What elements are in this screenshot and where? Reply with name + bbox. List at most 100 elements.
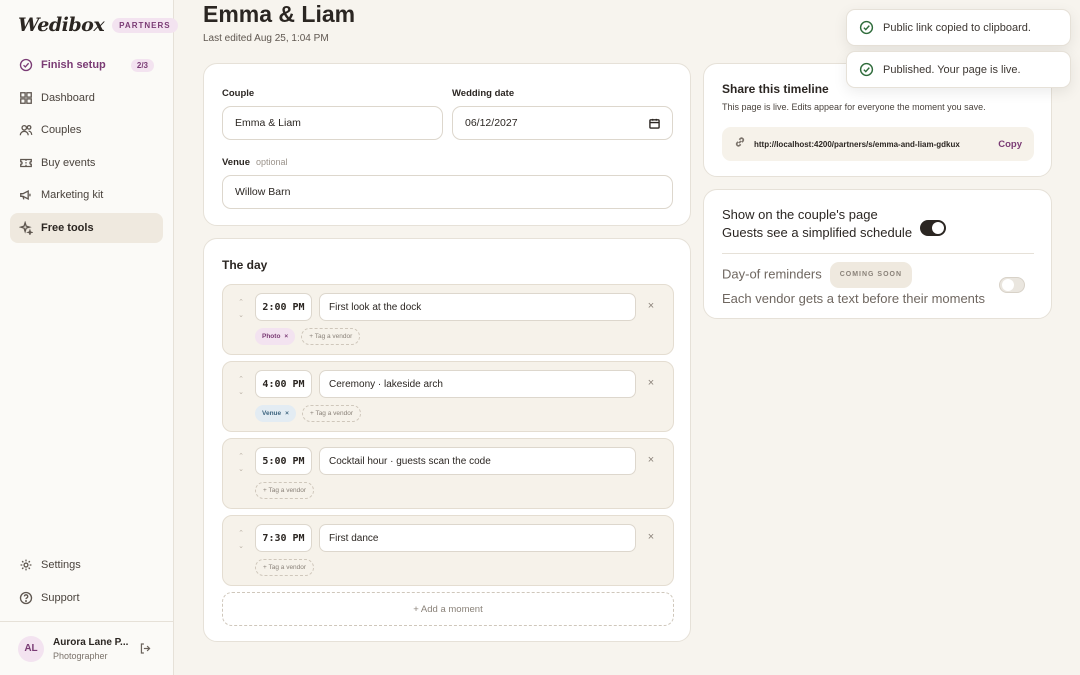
grid-icon bbox=[19, 91, 33, 105]
tag-vendor-button[interactable]: + Tag a vendor bbox=[301, 328, 361, 345]
tag-vendor-button[interactable]: + Tag a vendor bbox=[255, 482, 315, 499]
user-info: Aurora Lane P... Photographer bbox=[53, 637, 131, 661]
sidebar-item-buy-events[interactable]: Buy events bbox=[10, 148, 163, 178]
reminders-setting: Day-of reminders COMING SOON Each vendor … bbox=[722, 262, 985, 308]
vendor-tag-photo[interactable]: Photo × bbox=[255, 328, 296, 345]
chevron-down-icon[interactable]: ⌄ bbox=[238, 312, 244, 319]
remove-tag-icon[interactable]: × bbox=[285, 410, 289, 417]
sidebar-item-settings[interactable]: Settings bbox=[10, 550, 163, 580]
couple-value: Emma & Liam bbox=[235, 117, 301, 129]
remove-moment-icon[interactable]: × bbox=[645, 300, 657, 314]
tag-vendor-button[interactable]: + Tag a vendor bbox=[301, 405, 362, 422]
moment-row: ⌃ ⌄ 5:00 PM Cocktail hour · guests scan t… bbox=[222, 438, 674, 509]
user-name: Aurora Lane P... bbox=[53, 636, 129, 648]
vendor-tags: Venue × + Tag a vendor bbox=[255, 405, 362, 422]
visibility-settings-card: Show on the couple's page Guests see a s… bbox=[703, 189, 1052, 319]
check-circle-icon bbox=[859, 62, 874, 77]
sidebar-item-label: Finish setup bbox=[41, 59, 106, 71]
moment-time-input[interactable]: 2:00 PM bbox=[255, 293, 312, 321]
toast-message: Public link copied to clipboard. bbox=[883, 21, 1031, 34]
remove-moment-icon[interactable]: × bbox=[645, 377, 657, 391]
sidebar-item-finish-setup[interactable]: Finish setup 2/3 bbox=[10, 50, 163, 80]
logo: Wedibox bbox=[18, 14, 105, 36]
remove-tag-icon[interactable]: × bbox=[284, 333, 288, 340]
venue-input[interactable]: Willow Barn bbox=[222, 175, 673, 209]
reorder-handle[interactable]: ⌃ ⌄ bbox=[236, 299, 246, 319]
sidebar-item-label: Buy events bbox=[41, 156, 96, 169]
ticket-icon bbox=[19, 156, 33, 170]
brand[interactable]: Wedibox PARTNERS bbox=[18, 14, 178, 36]
avatar: AL bbox=[18, 635, 44, 662]
sparkle-icon bbox=[19, 220, 33, 235]
moment-time-input[interactable]: 4:00 PM bbox=[255, 370, 312, 398]
moment-row: ⌃ ⌄ 4:00 PM Ceremony · lakeside arch × Ve… bbox=[222, 361, 674, 432]
tag-vendor-button[interactable]: + Tag a vendor bbox=[255, 559, 315, 576]
divider bbox=[722, 253, 1034, 254]
check-circle-icon bbox=[859, 20, 874, 35]
sidebar: Wedibox PARTNERS Finish setup 2/3 Dashbo… bbox=[0, 0, 178, 675]
reminders-title-text: Day-of reminders bbox=[722, 266, 822, 282]
moment-title-input[interactable]: Cocktail hour · guests scan the code bbox=[319, 447, 636, 475]
vendor-tag-label: Photo bbox=[262, 333, 281, 340]
moment-title-input[interactable]: First dance bbox=[319, 524, 636, 552]
copy-link-button[interactable]: Copy bbox=[998, 139, 1022, 150]
show-on-page-setting: Show on the couple's page Guests see a s… bbox=[722, 206, 912, 242]
venue-label-text: Venue bbox=[222, 157, 250, 168]
megaphone-icon bbox=[19, 188, 33, 202]
sidebar-item-marketing-kit[interactable]: Marketing kit bbox=[10, 180, 163, 210]
reorder-handle[interactable]: ⌃ ⌄ bbox=[236, 453, 246, 473]
reorder-handle[interactable]: ⌃ ⌄ bbox=[236, 530, 246, 550]
sidebar-item-free-tools[interactable]: Free tools bbox=[10, 212, 163, 243]
toast-published: Published. Your page is live. bbox=[846, 51, 1071, 88]
calendar-icon[interactable] bbox=[649, 118, 660, 129]
add-moment-button[interactable]: + Add a moment bbox=[222, 592, 674, 626]
show-on-page-toggle[interactable] bbox=[920, 220, 946, 236]
sidebar-item-label: Free tools bbox=[41, 221, 94, 234]
share-title: Share this timeline bbox=[722, 82, 829, 96]
sidebar-nav: Finish setup 2/3 Dashboard Couples Buy e… bbox=[10, 50, 163, 245]
show-on-page-title: Show on the couple's page bbox=[722, 207, 878, 222]
reminders-title: Day-of reminders COMING SOON bbox=[722, 262, 985, 288]
chevron-down-icon[interactable]: ⌄ bbox=[238, 466, 244, 473]
vendor-tags: + Tag a vendor bbox=[255, 559, 315, 576]
share-url[interactable]: http://localhost:4200/partners/s/emma-an… bbox=[754, 140, 960, 149]
vendor-tags: Photo × + Tag a vendor bbox=[255, 328, 361, 345]
share-subtitle: This page is live. Edits appear for ever… bbox=[722, 102, 986, 112]
sidebar-item-label: Dashboard bbox=[41, 91, 95, 104]
couple-input[interactable]: Emma & Liam bbox=[222, 106, 443, 140]
moment-time-input[interactable]: 7:30 PM bbox=[255, 524, 312, 552]
reminders-toggle[interactable] bbox=[999, 277, 1025, 293]
chevron-down-icon[interactable]: ⌄ bbox=[238, 389, 244, 396]
reorder-handle[interactable]: ⌃ ⌄ bbox=[236, 376, 246, 396]
remove-moment-icon[interactable]: × bbox=[645, 531, 657, 545]
moment-row: ⌃ ⌄ 7:30 PM First dance × + Tag a vendor bbox=[222, 515, 674, 586]
user-profile: AL Aurora Lane P... Photographer bbox=[0, 621, 174, 675]
chevron-up-icon[interactable]: ⌃ bbox=[238, 453, 244, 460]
partners-badge: PARTNERS bbox=[112, 17, 178, 33]
logout-icon[interactable] bbox=[139, 642, 153, 656]
remove-moment-icon[interactable]: × bbox=[645, 454, 657, 468]
vendor-tag-label: Venue bbox=[262, 410, 282, 417]
check-circle-icon bbox=[19, 58, 33, 72]
help-icon bbox=[19, 591, 33, 605]
moment-title-input[interactable]: Ceremony · lakeside arch bbox=[319, 370, 636, 398]
chevron-up-icon[interactable]: ⌃ bbox=[238, 299, 244, 306]
toast-link-copied: Public link copied to clipboard. bbox=[846, 9, 1071, 46]
sidebar-item-dashboard[interactable]: Dashboard bbox=[10, 83, 163, 113]
venue-label: Venue optional bbox=[222, 157, 288, 168]
day-title: The day bbox=[222, 258, 268, 272]
moment-time-input[interactable]: 5:00 PM bbox=[255, 447, 312, 475]
reminders-description: Each vendor gets a text before their mom… bbox=[722, 291, 986, 306]
share-link-box: http://localhost:4200/partners/s/emma-an… bbox=[722, 127, 1034, 161]
venue-value: Willow Barn bbox=[235, 186, 291, 198]
vendor-tag-venue[interactable]: Venue × bbox=[255, 405, 296, 422]
moment-title-input[interactable]: First look at the dock bbox=[319, 293, 636, 321]
chevron-down-icon[interactable]: ⌄ bbox=[238, 543, 244, 550]
sidebar-item-support[interactable]: Support bbox=[10, 583, 163, 613]
sidebar-item-label: Couples bbox=[41, 124, 82, 136]
chevron-up-icon[interactable]: ⌃ bbox=[238, 376, 244, 383]
sidebar-item-couples[interactable]: Couples bbox=[10, 115, 163, 145]
wedding-date-value: 06/12/2027 bbox=[465, 117, 518, 129]
chevron-up-icon[interactable]: ⌃ bbox=[238, 530, 244, 537]
wedding-date-input[interactable]: 06/12/2027 bbox=[452, 106, 673, 140]
